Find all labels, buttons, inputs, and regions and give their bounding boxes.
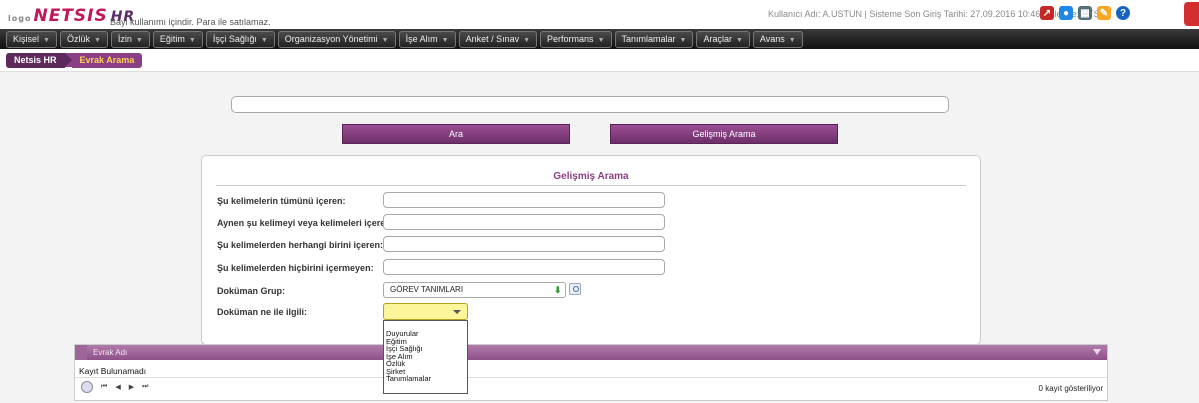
lookup-icon[interactable] xyxy=(569,283,581,295)
chevron-down-icon: ▼ xyxy=(597,36,605,44)
dropdown-option[interactable]: Tanımlamalar xyxy=(384,375,467,383)
help-icon[interactable]: ? xyxy=(1116,6,1130,20)
menu-item-kisisel[interactable]: Kişisel ▼ xyxy=(6,30,57,48)
calculator-icon[interactable]: ▦ xyxy=(1078,6,1092,20)
edit-icon[interactable]: ✎ xyxy=(1097,6,1111,20)
chevron-down-icon: ▼ xyxy=(679,36,687,44)
breadcrumb-current: Evrak Arama xyxy=(71,53,143,68)
users-icon[interactable]: ● xyxy=(1059,6,1073,20)
chevron-down-icon: ▼ xyxy=(188,36,196,44)
menu-item-egitim[interactable]: Eğitim ▼ xyxy=(152,30,203,48)
chevron-down-icon: ▼ xyxy=(93,36,101,44)
external-link-icon[interactable]: ↗ xyxy=(1040,6,1054,20)
row-number-header xyxy=(75,345,87,360)
dealer-notice: Bayi kullanımı içindir. Para ile satılam… xyxy=(110,17,271,27)
menu-item-organizasyon[interactable]: Organizasyon Yönetimi ▼ xyxy=(277,30,396,48)
doc-group-field[interactable]: GÖREV TANIMLARI xyxy=(383,282,566,298)
first-page-icon[interactable]: ⏮ xyxy=(101,383,107,391)
pager: ⏮ ◀ ▶ ⏭ xyxy=(81,381,148,393)
divider xyxy=(216,185,966,186)
prev-page-icon[interactable]: ◀ xyxy=(115,383,120,391)
menu-item-tanimlamalar[interactable]: Tanımlamalar ▼ xyxy=(614,30,694,48)
chevron-down-icon: ▼ xyxy=(788,36,796,44)
logout-button[interactable] xyxy=(1184,2,1199,26)
chevron-down-icon: ▼ xyxy=(381,36,389,44)
search-button[interactable]: Ara xyxy=(342,124,570,144)
last-page-icon[interactable]: ⏭ xyxy=(142,383,148,391)
any-words-label: Şu kelimelerden herhangi birini içeren: xyxy=(217,240,384,250)
menu-item-anket-sinav[interactable]: Anket / Sınav ▼ xyxy=(458,30,538,48)
none-words-label: Şu kelimelerden hiçbirini içermeyen: xyxy=(217,263,374,273)
menu-item-izin[interactable]: İzin ▼ xyxy=(110,30,150,48)
chevron-down-icon: ▼ xyxy=(441,36,449,44)
doc-related-select[interactable] xyxy=(383,303,468,320)
search-input[interactable] xyxy=(231,96,949,113)
all-words-label: Şu kelimelerin tümünü içeren: xyxy=(217,196,346,206)
advanced-search-title: Gelişmiş Arama xyxy=(553,171,629,182)
breadcrumb-bar: Netsis HR Evrak Arama xyxy=(0,49,1199,72)
chevron-down-icon xyxy=(453,310,461,314)
filter-icon[interactable] xyxy=(1093,349,1101,355)
add-icon[interactable]: ⬇ xyxy=(554,285,562,296)
chevron-down-icon: ▼ xyxy=(43,36,50,44)
all-words-input[interactable] xyxy=(383,192,665,208)
chevron-down-icon: ▼ xyxy=(735,36,743,44)
doc-related-label: Doküman ne ile ilgili: xyxy=(217,307,308,317)
exact-phrase-label: Aynen şu kelimeyi veya kelimeleri içeren… xyxy=(217,218,394,228)
exact-phrase-input[interactable] xyxy=(383,214,665,230)
next-page-icon[interactable]: ▶ xyxy=(129,383,134,391)
breadcrumb-root[interactable]: Netsis HR xyxy=(6,53,65,68)
none-words-input[interactable] xyxy=(383,259,665,275)
doc-related-dropdown: Duyurular Eğitim İşçi Sağlığı İşe Alım Ö… xyxy=(383,320,468,394)
any-words-input[interactable] xyxy=(383,236,665,252)
refresh-icon[interactable] xyxy=(81,381,93,393)
chevron-down-icon: ▼ xyxy=(135,36,143,44)
advanced-search-button[interactable]: Gelişmiş Arama xyxy=(610,124,838,144)
main-menu: Kişisel ▼ Özlük ▼ İzin ▼ Eğitim ▼ İşçi Sağlı… xyxy=(0,29,1199,49)
grid-header: Evrak Adı xyxy=(75,345,1107,360)
record-count: 0 kayıt gösteriliyor xyxy=(1038,384,1103,393)
menu-item-araclar[interactable]: Araçlar ▼ xyxy=(696,30,750,48)
divider xyxy=(75,377,1107,378)
chevron-down-icon: ▼ xyxy=(260,36,268,44)
menu-item-ozluk[interactable]: Özlük ▼ xyxy=(59,30,108,48)
menu-item-performans[interactable]: Performans ▼ xyxy=(540,30,612,48)
empty-message: Kayıt Bulunamadı xyxy=(79,366,147,376)
top-bar: logo NETSIS HR Bayi kullanımı içindir. Par… xyxy=(0,0,1199,29)
menu-item-isci-sagligi[interactable]: İşçi Sağlığı ▼ xyxy=(205,30,275,48)
breadcrumb: Netsis HR Evrak Arama xyxy=(6,53,143,68)
breadcrumb-separator xyxy=(64,53,72,67)
document-grid: Evrak Adı Kayıt Bulunamadı ⏮ ◀ ▶ ⏭ 0 kay… xyxy=(74,344,1108,401)
menu-item-avans[interactable]: Avans ▼ xyxy=(752,30,803,48)
chevron-down-icon: ▼ xyxy=(523,36,531,44)
doc-group-label: Doküman Grup: xyxy=(217,286,286,296)
menu-item-ise-alim[interactable]: İşe Alım ▼ xyxy=(398,30,456,48)
column-header-evrak-adi[interactable]: Evrak Adı xyxy=(93,348,127,357)
